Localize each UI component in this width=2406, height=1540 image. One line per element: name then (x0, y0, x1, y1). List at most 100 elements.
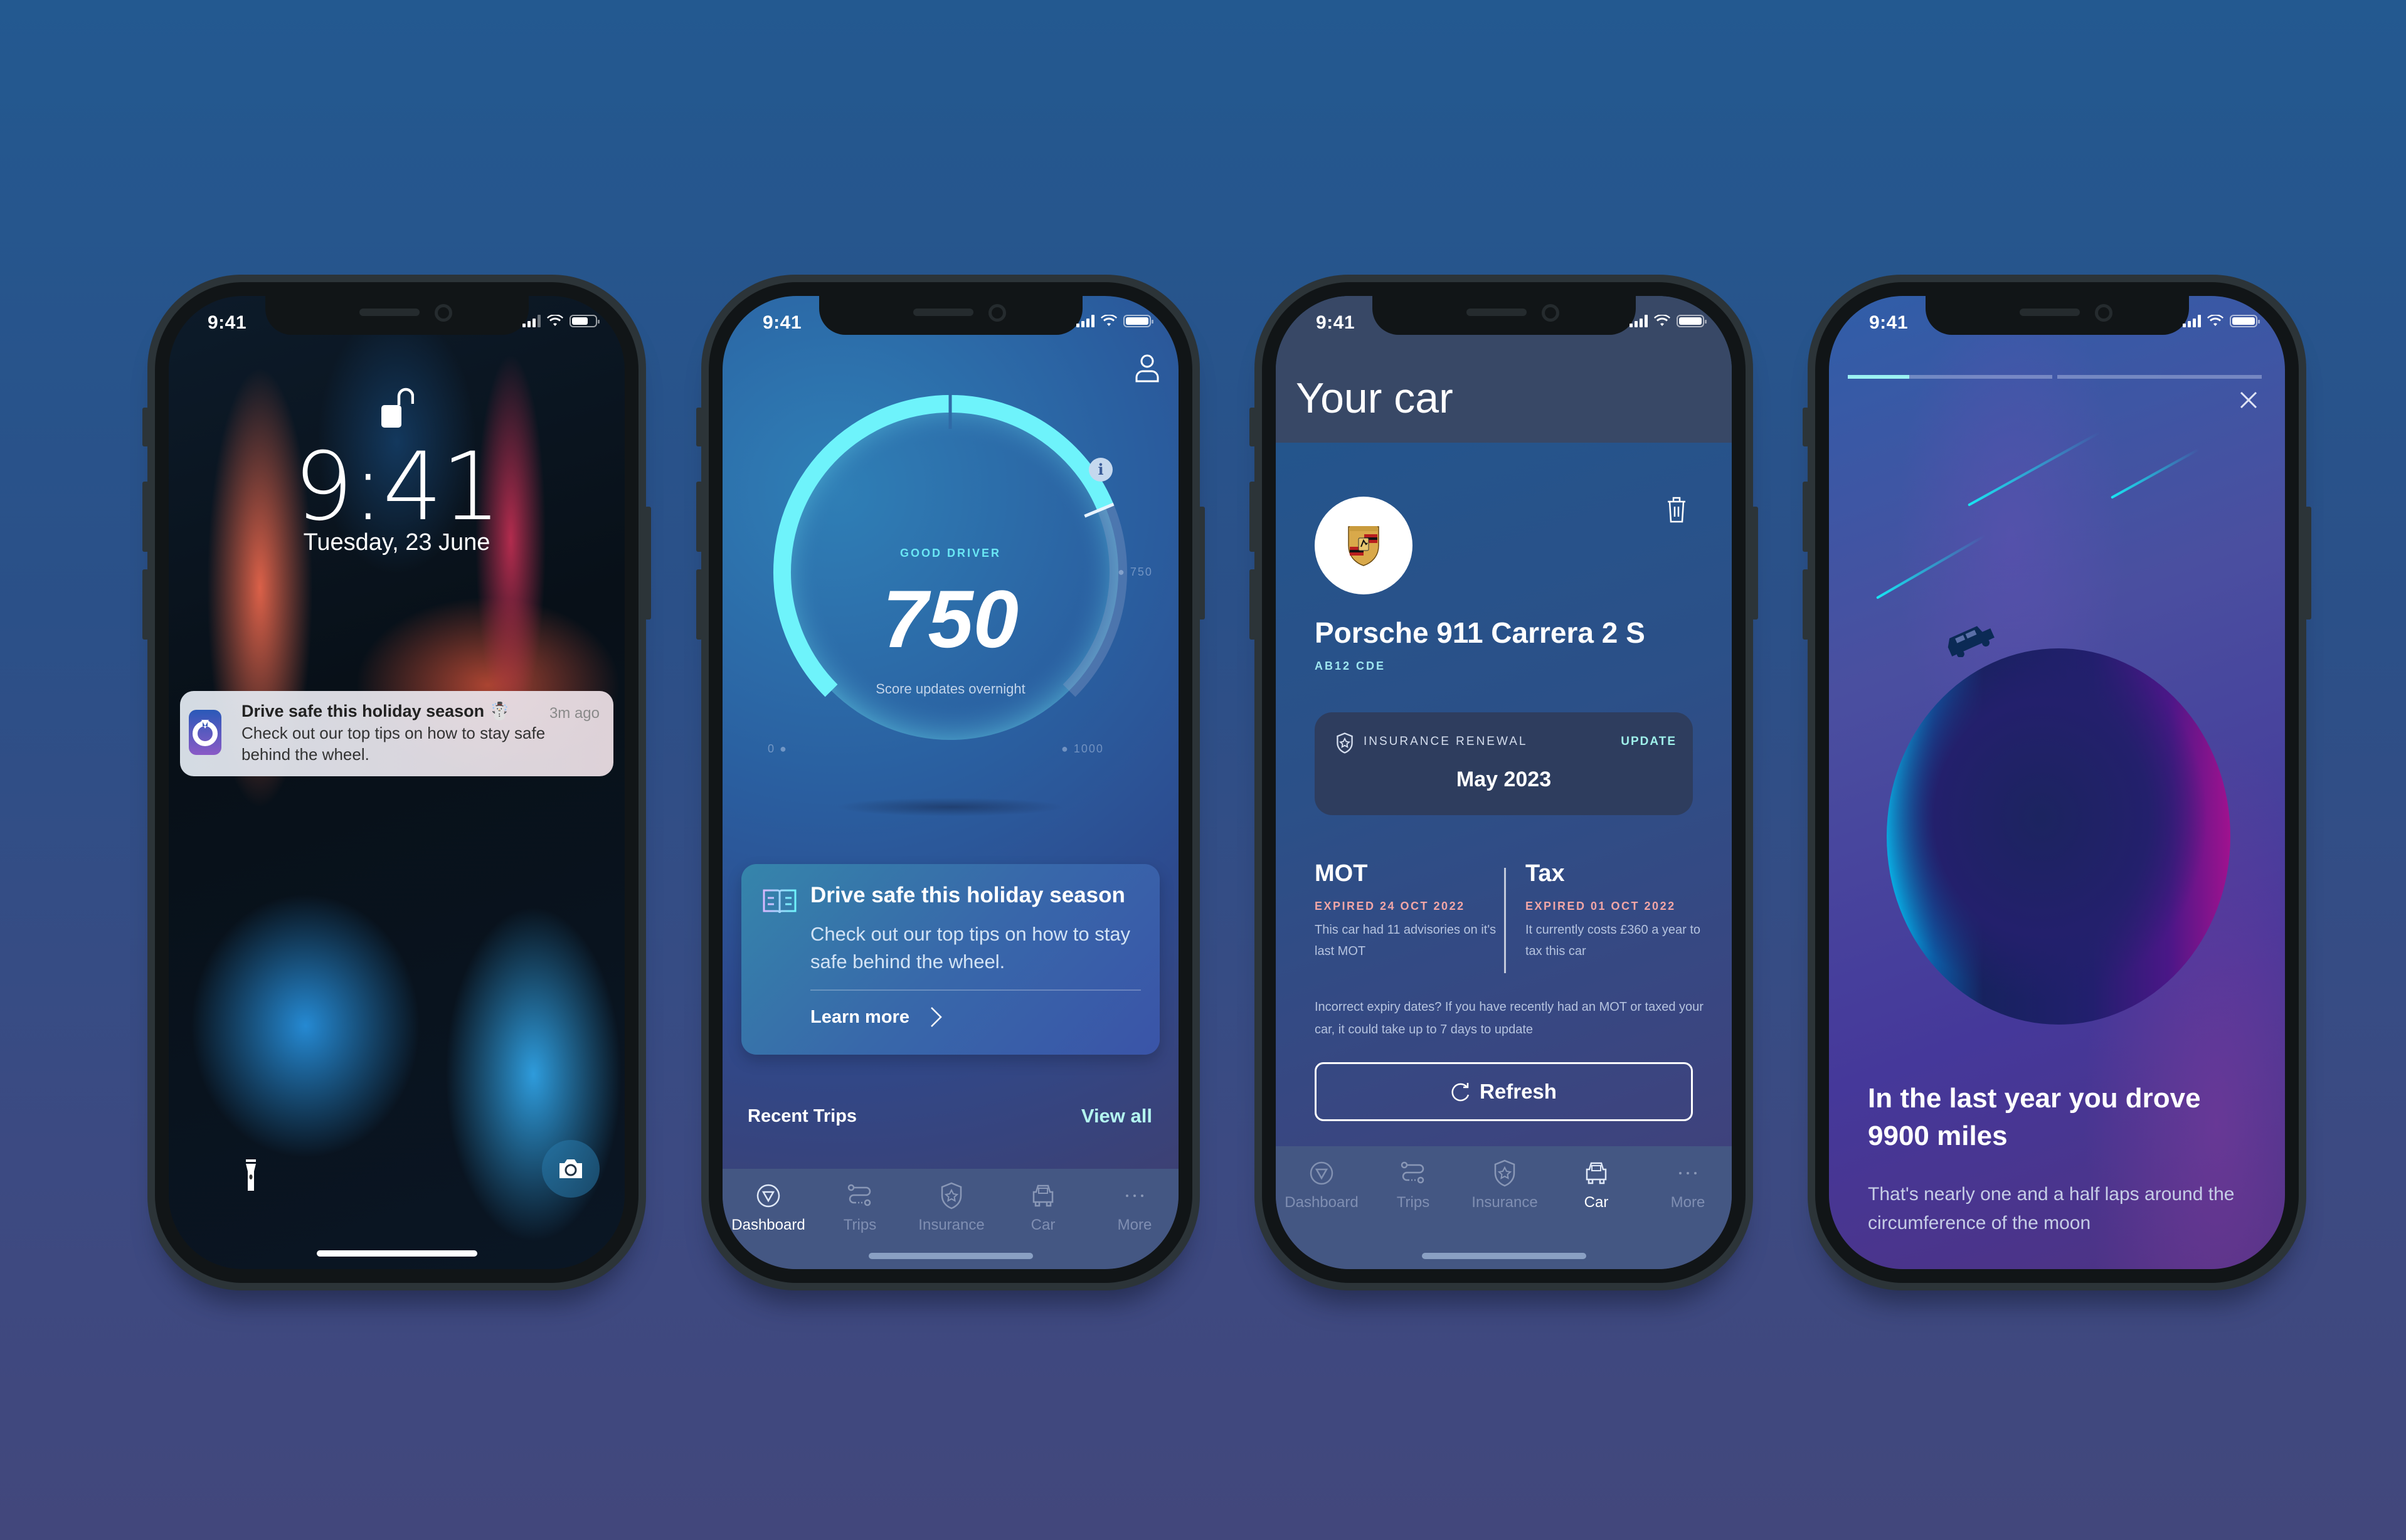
expiry-note: Incorrect expiry dates? If you have rece… (1315, 1000, 1704, 1036)
tab-label: Insurance (1471, 1194, 1538, 1211)
volume-up-button (1803, 482, 1809, 552)
tab-car[interactable]: Car (997, 1181, 1089, 1234)
refresh-icon (1451, 1083, 1470, 1102)
power-button (1199, 507, 1205, 620)
refresh-button[interactable]: Refresh (1315, 1062, 1693, 1121)
refresh-label: Refresh (1480, 1080, 1557, 1103)
battery-icon (1677, 315, 1707, 327)
car-brand-logo (1315, 497, 1412, 594)
tab-label: Dashboard (731, 1216, 805, 1233)
update-insurance-link[interactable]: UPDATE (1621, 735, 1677, 749)
trash-icon (1668, 497, 1685, 523)
divider (810, 989, 1141, 991)
tip-body: Check out our top tips on how to stay sa… (810, 923, 1131, 973)
tab-label: Dashboard (1285, 1194, 1359, 1211)
notification[interactable]: Drive safe this holiday season ☃️ 3m ago… (180, 691, 613, 776)
info-icon[interactable]: i (1089, 458, 1113, 482)
status-time: 9:41 (1316, 312, 1355, 333)
license-plate: AB12 CDE (1315, 660, 1386, 672)
wifi-icon (1101, 315, 1117, 326)
shooting-star (2111, 448, 2200, 499)
phone-your-car: Your car 9:41 Porsche 911 Carrera 2 S AB… (1249, 275, 1758, 1290)
status-time: 9:41 (208, 312, 247, 333)
tab-label: Trips (1396, 1194, 1430, 1211)
signal-icon (1076, 315, 1094, 327)
score-label: GOOD DRIVER (899, 547, 1001, 559)
trips-icon (1401, 1161, 1424, 1184)
insurance-renewal-date: May 2023 (1456, 767, 1552, 791)
moon-illustration (1887, 648, 2230, 1025)
car-screen: Your car 9:41 Porsche 911 Carrera 2 S AB… (1276, 296, 1732, 1269)
trips-icon (847, 1184, 871, 1206)
delete-car-button[interactable] (1667, 495, 1687, 526)
home-indicator[interactable] (1421, 1253, 1586, 1259)
status-time: 9:41 (1869, 312, 1909, 333)
power-button (1752, 507, 1758, 620)
car-silhouette-icon (1943, 622, 2000, 660)
tab-car[interactable]: Car (1550, 1159, 1642, 1211)
home-indicator[interactable] (316, 1250, 477, 1257)
divider (1504, 868, 1506, 973)
tax-status: EXPIRED 01 OCT 2022 (1525, 900, 1676, 912)
tab-trips[interactable]: Trips (1367, 1159, 1459, 1211)
view-all-link[interactable]: View all (1081, 1105, 1152, 1127)
volume-down-button (696, 569, 702, 640)
score-gauge (773, 394, 1127, 740)
tab-label: Insurance (918, 1216, 985, 1233)
porsche-crest-icon (1348, 526, 1379, 566)
phone-story: 9:41 In the last year you drove 9900 mil… (1803, 275, 2311, 1290)
tab-dashboard[interactable]: Dashboard (723, 1181, 814, 1234)
story-progress-2 (2057, 375, 2262, 379)
shooting-star (1968, 431, 2101, 507)
story-progress-1 (1848, 375, 2052, 379)
score-value: 750 (882, 573, 1019, 665)
tab-more[interactable]: More (1642, 1159, 1732, 1211)
tab-bar: Dashboard Trips Insurance Car More (723, 1169, 1179, 1269)
insurance-label: INSURANCE RENEWAL (1364, 735, 1528, 748)
book-icon (763, 889, 797, 917)
volume-up-button (696, 482, 702, 552)
wifi-icon (1654, 315, 1670, 326)
battery-icon (570, 315, 600, 327)
tab-insurance[interactable]: Insurance (1459, 1159, 1550, 1211)
status-bar: 9:41 (1829, 296, 2285, 359)
power-button (2305, 507, 2311, 620)
home-indicator[interactable] (868, 1253, 1033, 1259)
flashlight-button[interactable] (229, 1154, 273, 1198)
mute-switch (142, 408, 149, 446)
battery-icon (2230, 315, 2260, 327)
gauge-shadow (835, 798, 1066, 816)
notification-title: Drive safe this holiday season ☃️ (241, 702, 511, 720)
insurance-renewal-card: INSURANCE RENEWAL UPDATE May 2023 (1315, 712, 1693, 815)
tab-dashboard[interactable]: Dashboard (1276, 1159, 1367, 1211)
score-subtitle: Score updates overnight (876, 681, 1025, 697)
car-name: Porsche 911 Carrera 2 S (1315, 616, 1645, 649)
tab-trips[interactable]: Trips (814, 1181, 906, 1234)
tab-label: Car (1584, 1194, 1609, 1211)
camera-button[interactable] (542, 1140, 600, 1198)
page-title: Your car (1296, 374, 1453, 422)
dashboard-icon (756, 1184, 780, 1208)
lock-date: Tuesday, 23 June (303, 529, 490, 556)
wifi-icon (547, 315, 563, 326)
tab-more[interactable]: More (1089, 1181, 1179, 1234)
tip-card[interactable]: Drive safe this holiday season Check out… (741, 864, 1160, 1055)
dashboard-icon (1310, 1161, 1333, 1185)
lock-screen: 9:41 9:41 Tuesday, 23 June Drive safe th… (169, 296, 625, 1269)
tax-description: It currently costs £360 a year to tax th… (1525, 923, 1701, 958)
tab-label: More (1670, 1194, 1705, 1211)
mute-switch (1803, 408, 1809, 446)
story-screen: 9:41 In the last year you drove 9900 mil… (1829, 296, 2285, 1269)
learn-more-link[interactable]: Learn more (810, 1007, 909, 1028)
close-button[interactable] (2240, 391, 2257, 412)
tax-title: Tax (1525, 860, 1565, 887)
mute-switch (1249, 408, 1256, 446)
volume-down-button (1249, 569, 1256, 640)
story-subtitle: That's nearly one and a half laps around… (1868, 1184, 2235, 1233)
gauge-tick-1000: ● 1000 (1061, 742, 1104, 755)
chevron-right-icon (930, 1006, 943, 1034)
mute-switch (696, 408, 702, 446)
tab-insurance[interactable]: Insurance (906, 1181, 997, 1234)
insurance-icon (941, 1182, 962, 1210)
gauge-tick-label: 0 (768, 742, 776, 755)
